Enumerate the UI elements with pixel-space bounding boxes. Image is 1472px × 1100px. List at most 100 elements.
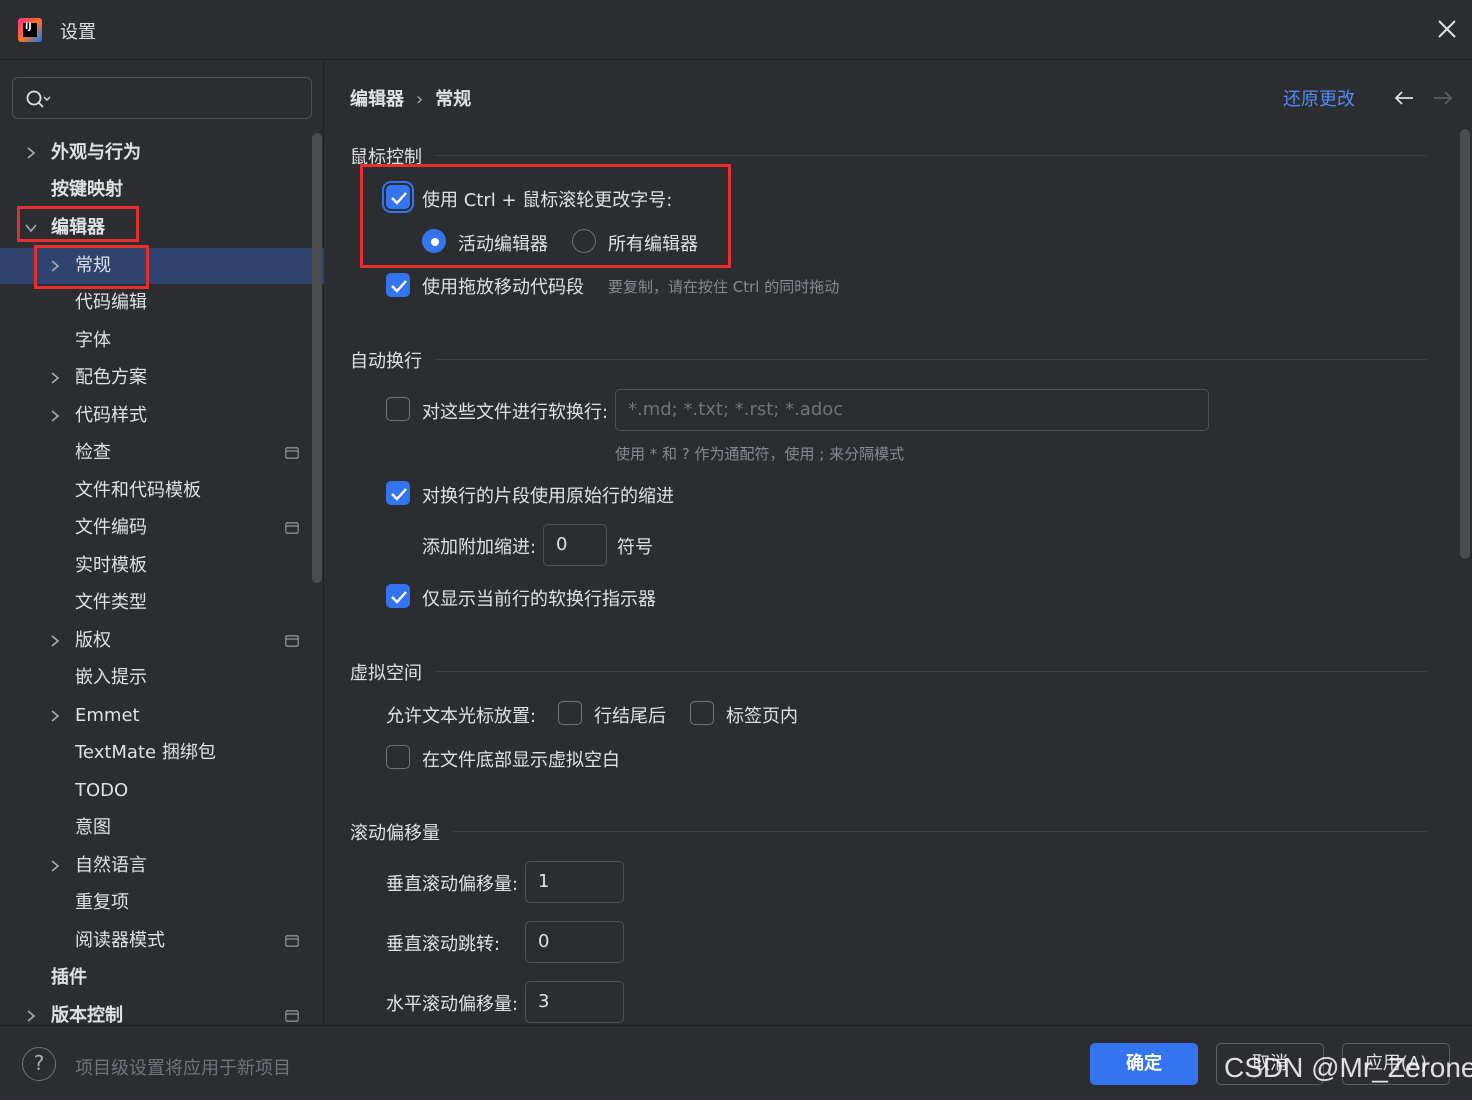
soft-wrap-checkbox[interactable] (386, 397, 410, 421)
search-icon (26, 90, 51, 108)
app-logo-icon: IJ (18, 18, 42, 42)
sidebar-item-plugins[interactable]: 插件 (0, 960, 310, 996)
extra-indent-label: 添加附加缩进: (422, 537, 537, 558)
indent-original-label: 对换行的片段使用原始行的缩进 (422, 486, 674, 507)
sidebar-item-label: 嵌入提示 (75, 667, 147, 688)
sidebar-scrollbar[interactable] (312, 133, 322, 583)
sidebar-item-label: Emmet (75, 705, 140, 726)
sidebar-item-code-editing[interactable]: 代码编辑 (0, 285, 310, 321)
sidebar-item-editor[interactable]: 编辑器 (0, 210, 310, 246)
sidebar-item-keymap[interactable]: 按键映射 (0, 172, 310, 208)
sidebar-item-inspections[interactable]: 检查 (0, 435, 310, 471)
section-title-mouse: 鼠标控制 (350, 147, 422, 168)
chevron-right-icon (51, 860, 60, 872)
horizontal-offset-input[interactable]: 3 (525, 981, 624, 1023)
soft-wrap-hint: 使用 * 和 ? 作为通配符，使用 ; 来分隔模式 (615, 445, 905, 463)
sidebar-item-inlay-hints[interactable]: 嵌入提示 (0, 660, 310, 696)
sidebar-item-code-style[interactable]: 代码样式 (0, 398, 310, 434)
chevron-right-icon (51, 635, 60, 647)
radio-all-editors[interactable] (572, 229, 596, 253)
settings-content: 编辑器 › 常规 还原更改 鼠标控制 使用 Ctrl + 鼠标滚轮更改字号: 活动编… (325, 61, 1472, 1025)
project-settings-icon (285, 447, 299, 459)
sidebar-item-label: 外观与行为 (51, 142, 141, 163)
sidebar-item-appearance[interactable]: 外观与行为 (0, 135, 310, 171)
arrow-left-icon[interactable] (1393, 87, 1415, 109)
cancel-button[interactable]: 取消 (1216, 1043, 1324, 1085)
sidebar-item-file-encodings[interactable]: 文件编码 (0, 510, 310, 546)
drag-drop-checkbox[interactable] (386, 273, 410, 297)
show-indicator-label: 仅显示当前行的软换行指示器 (422, 589, 656, 610)
sidebar-item-label: 编辑器 (51, 217, 105, 238)
sidebar-item-label: 检查 (75, 442, 111, 463)
ctrl-wheel-checkbox[interactable] (386, 185, 410, 209)
inside-tabs-label: 标签页内 (726, 706, 798, 727)
vertical-offset-label: 垂直滚动偏移量: (386, 874, 519, 895)
sidebar-item-intentions[interactable]: 意图 (0, 810, 310, 846)
sidebar-item-label: 自然语言 (75, 855, 147, 876)
project-settings-icon (285, 635, 299, 647)
reset-changes-link[interactable]: 还原更改 (1283, 85, 1355, 111)
project-settings-icon (285, 1010, 299, 1022)
after-eol-label: 行结尾后 (594, 706, 666, 727)
section-divider (435, 671, 1427, 672)
sidebar-item-label: 重复项 (75, 892, 129, 913)
allow-caret-label: 允许文本光标放置: (386, 706, 537, 727)
sidebar-item-label: 版权 (75, 630, 111, 651)
show-indicator-checkbox[interactable] (386, 584, 410, 608)
content-scrollbar[interactable] (1460, 129, 1470, 559)
close-icon[interactable] (1434, 16, 1460, 42)
project-settings-icon (285, 522, 299, 534)
checkmark-icon (391, 488, 407, 501)
section-divider (435, 155, 1427, 156)
after-eol-checkbox[interactable] (558, 701, 582, 725)
sidebar-item-label: 常规 (75, 255, 111, 276)
settings-search-input[interactable] (12, 77, 312, 119)
sidebar-item-label: TextMate 捆绑包 (75, 742, 216, 763)
section-divider (453, 831, 1427, 832)
sidebar-item-general[interactable]: 常规 (0, 248, 324, 284)
sidebar-item-file-types[interactable]: 文件类型 (0, 585, 310, 621)
sidebar-item-duplicates[interactable]: 重复项 (0, 885, 310, 921)
vertical-jump-input[interactable]: 0 (525, 921, 624, 963)
chevron-right-icon (51, 710, 60, 722)
sidebar-item-font[interactable]: 字体 (0, 323, 310, 359)
sidebar-item-textmate[interactable]: TextMate 捆绑包 (0, 735, 310, 771)
soft-wrap-files-input[interactable]: *.md; *.txt; *.rst; *.adoc (615, 389, 1209, 431)
virtual-space-bottom-label: 在文件底部显示虚拟空白 (422, 750, 620, 771)
section-title-wrap: 自动换行 (350, 351, 422, 372)
vertical-offset-input[interactable]: 1 (525, 861, 624, 903)
help-icon[interactable]: ? (22, 1047, 56, 1081)
radio-active-editor[interactable] (422, 229, 446, 253)
sidebar-item-natural-languages[interactable]: 自然语言 (0, 848, 310, 884)
breadcrumb-item[interactable]: 编辑器 (350, 89, 404, 110)
sidebar-item-label: 意图 (75, 817, 111, 838)
sidebar-item-emmet[interactable]: Emmet (0, 698, 310, 734)
arrow-right-icon[interactable] (1432, 87, 1454, 109)
title-bar: IJ 设置 (0, 0, 1472, 60)
drag-drop-label: 使用拖放移动代码段 (422, 277, 584, 298)
sidebar-item-copyright[interactable]: 版权 (0, 623, 310, 659)
section-divider (435, 359, 1427, 360)
sidebar-item-reader-mode[interactable]: 阅读器模式 (0, 923, 310, 959)
inside-tabs-checkbox[interactable] (690, 701, 714, 725)
sidebar-item-label: 代码样式 (75, 405, 147, 426)
sidebar-item-todo[interactable]: TODO (0, 773, 310, 809)
sidebar-item-file-templates[interactable]: 文件和代码模板 (0, 473, 310, 509)
chevron-right-icon (27, 1010, 36, 1022)
sidebar-item-color-scheme[interactable]: 配色方案 (0, 360, 310, 396)
extra-indent-input[interactable]: 0 (543, 524, 607, 566)
indent-original-checkbox[interactable] (386, 481, 410, 505)
ok-button[interactable]: 确定 (1090, 1043, 1198, 1085)
radio-active-editor-label: 活动编辑器 (458, 234, 548, 255)
dialog-footer: ? 项目级设置将应用于新项目 确定 取消 应用(A) (0, 1025, 1472, 1100)
apply-button[interactable]: 应用(A) (1342, 1043, 1450, 1085)
sidebar-item-label: 按键映射 (51, 179, 123, 200)
sidebar-item-label: TODO (75, 780, 129, 801)
sidebar-item-live-templates[interactable]: 实时模板 (0, 548, 310, 584)
horizontal-offset-label: 水平滚动偏移量: (386, 994, 519, 1015)
window-title: 设置 (60, 22, 96, 43)
radio-all-editors-label: 所有编辑器 (608, 234, 698, 255)
checkmark-icon (391, 280, 407, 293)
virtual-space-bottom-checkbox[interactable] (386, 745, 410, 769)
vertical-jump-label: 垂直滚动跳转: (386, 934, 501, 955)
